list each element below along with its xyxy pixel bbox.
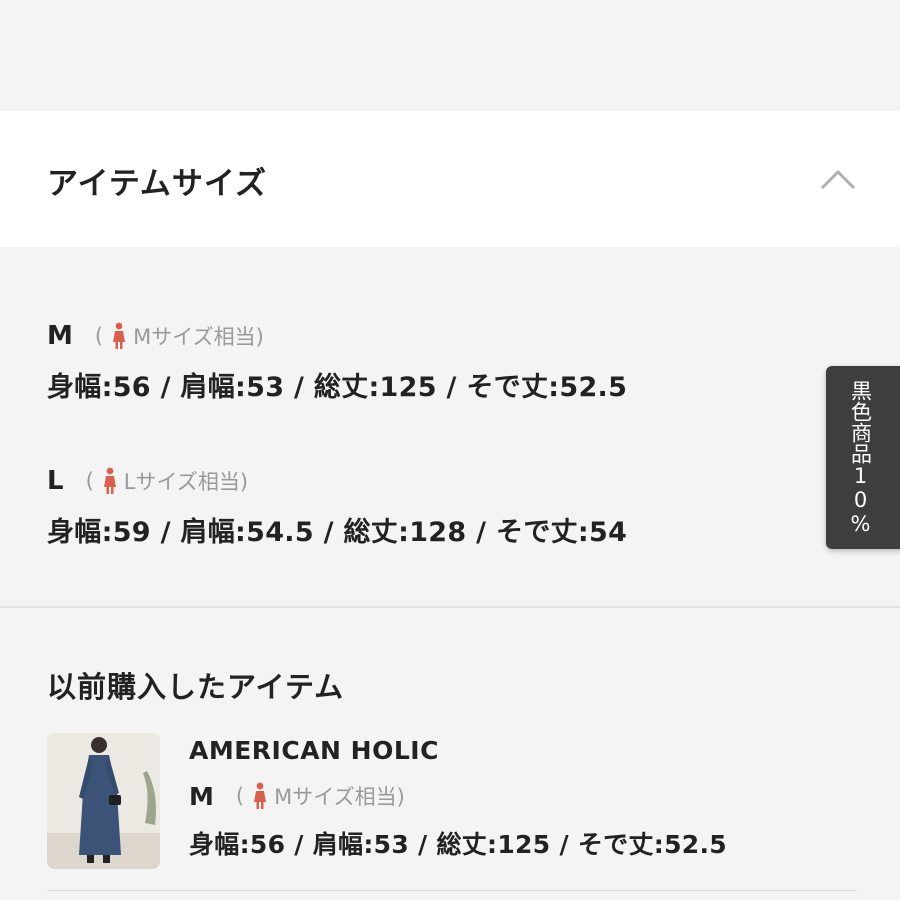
section-title: アイテムサイズ — [47, 166, 267, 202]
side-tab-label: 黒色商品10% — [848, 379, 873, 536]
woman-figure-icon — [254, 782, 267, 809]
size-letter: M — [189, 781, 214, 811]
list-divider — [47, 890, 857, 891]
section-divider — [0, 606, 900, 608]
chevron-up-icon[interactable] — [820, 168, 856, 190]
size-letter: M — [47, 321, 73, 351]
woman-figure-icon — [103, 467, 116, 494]
previous-item[interactable]: AMERICAN HOLIC M ( Mサイズ相当) 身幅:56 / 肩幅:53… — [189, 736, 727, 861]
size-measurements: 身幅:56 / 肩幅:53 / 総丈:125 / そで丈:52.5 — [47, 372, 628, 403]
size-letter: L — [47, 466, 64, 496]
size-entry-l: L ( Lサイズ相当) 身幅:59 / 肩幅:54.5 / 総丈:128 / そ… — [47, 466, 627, 549]
product-thumbnail[interactable] — [47, 733, 160, 869]
brand-name: AMERICAN HOLIC — [189, 736, 439, 765]
woman-figure-icon — [113, 322, 126, 349]
size-equivalent-note: ( Mサイズ相当) — [235, 782, 405, 809]
model-photo — [47, 733, 160, 869]
size-measurements: 身幅:59 / 肩幅:54.5 / 総丈:128 / そで丈:54 — [47, 517, 628, 548]
size-equivalent-note: ( Lサイズ相当) — [85, 467, 249, 494]
size-equivalent-note: ( Mサイズ相当) — [94, 322, 264, 349]
black-item-discount-tab[interactable]: 黒色商品10% — [826, 366, 900, 549]
previous-purchases-title: 以前購入したアイテム — [47, 670, 345, 704]
size-measurements: 身幅:56 / 肩幅:53 / 総丈:125 / そで丈:52.5 — [189, 830, 727, 859]
size-entry-m: M ( Mサイズ相当) 身幅:56 / 肩幅:53 / 総丈:125 / そで丈… — [47, 321, 627, 404]
